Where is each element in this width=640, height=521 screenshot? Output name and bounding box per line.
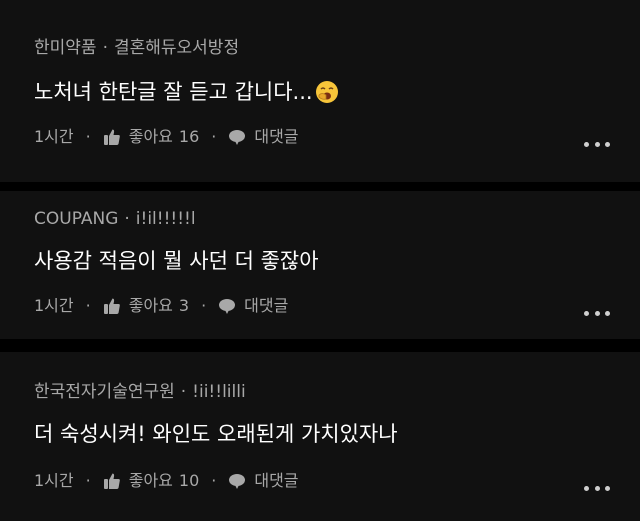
author-subtitle: i!il!!!!!l bbox=[135, 209, 196, 229]
more-dot bbox=[584, 310, 589, 316]
author-name[interactable]: COUPANG bbox=[34, 209, 118, 229]
separator-dot: · bbox=[102, 38, 108, 58]
speech-bubble-icon[interactable] bbox=[218, 297, 236, 315]
separator-dot: · bbox=[124, 209, 130, 229]
more-dot bbox=[605, 310, 610, 316]
reply-label[interactable]: 대댓글 bbox=[244, 298, 288, 314]
thumbs-up-icon[interactable] bbox=[103, 297, 121, 315]
thumbs-up-icon[interactable] bbox=[103, 128, 121, 146]
comment-text: 더 숙성시켜! 와인도 오래된게 가치있자나 bbox=[34, 424, 398, 445]
more-dot bbox=[605, 485, 610, 491]
like-label[interactable]: 좋아요 bbox=[129, 298, 173, 314]
more-dot bbox=[605, 141, 610, 147]
like-count: 16 bbox=[178, 127, 200, 146]
thumbs-up-icon[interactable] bbox=[103, 472, 121, 490]
author-subtitle: 결혼해듀오서방정 bbox=[113, 38, 240, 58]
more-options-button[interactable] bbox=[584, 483, 610, 493]
comment-body: 사용감 적음이 뭘 사던 더 좋잖아 bbox=[34, 249, 319, 273]
like-label[interactable]: 좋아요 bbox=[129, 473, 173, 489]
comment-actions: 1시간 · 좋아요 3 · 대댓글 bbox=[34, 297, 288, 315]
comment-time: 1시간 bbox=[34, 471, 74, 490]
comment-meta: 한미약품 · 결혼해듀오서방정 bbox=[34, 40, 239, 57]
comment-text: 노처녀 한탄글 잘 듣고 갑니다... bbox=[34, 80, 339, 104]
reply-label[interactable]: 대댓글 bbox=[254, 129, 298, 145]
more-options-button[interactable] bbox=[584, 139, 610, 149]
speech-bubble-icon[interactable] bbox=[228, 472, 246, 490]
separator-dot: · bbox=[180, 382, 187, 402]
comment-text: 사용감 적음이 뭘 사던 더 좋잖아 bbox=[34, 251, 319, 272]
like-count: 3 bbox=[178, 296, 190, 315]
speech-bubble-icon[interactable] bbox=[228, 128, 246, 146]
author-name[interactable]: 한국전자기술연구원 bbox=[34, 382, 175, 402]
separator-dot: · bbox=[211, 127, 217, 146]
comment-actions: 1시간 · 좋아요 10 · 대댓글 bbox=[34, 472, 299, 490]
comment-meta: COUPANG · i!il!!!!!l bbox=[34, 211, 196, 228]
author-subtitle: !ii!!lilli bbox=[192, 382, 246, 402]
separator-dot: · bbox=[85, 127, 91, 146]
reply-label[interactable]: 대댓글 bbox=[254, 473, 298, 489]
separator-dot: · bbox=[201, 296, 207, 315]
comment-time: 1시간 bbox=[34, 296, 74, 315]
separator-dot: · bbox=[211, 471, 217, 490]
more-dot bbox=[594, 485, 600, 491]
more-dot bbox=[594, 141, 600, 147]
comment-actions: 1시간 · 좋아요 16 · 대댓글 bbox=[34, 128, 299, 146]
more-dot bbox=[584, 141, 589, 147]
comment-body: 노처녀 한탄글 잘 듣고 갑니다... bbox=[34, 80, 313, 104]
more-options-button[interactable] bbox=[584, 308, 610, 318]
comment-item: 한미약품 · 결혼해듀오서방정 노처녀 한탄글 잘 듣고 갑니다... 1시간 · … bbox=[0, 0, 640, 182]
comment-item: COUPANG · i!il!!!!!l 사용감 적음이 뭘 사던 더 좋잖아 1시… bbox=[0, 191, 640, 339]
more-dot bbox=[594, 310, 600, 316]
comment-meta: 한국전자기술연구원 · !ii!!lilli bbox=[34, 384, 246, 401]
comment-item: 한국전자기술연구원 · !ii!!lilli 더 숙성시켜! 와인도 오래된게 가치… bbox=[0, 352, 640, 521]
yawning-face-emoji-icon bbox=[315, 81, 338, 103]
more-dot bbox=[584, 485, 589, 491]
author-name[interactable]: 한미약품 bbox=[34, 38, 97, 58]
separator-dot: · bbox=[85, 471, 91, 490]
like-count: 10 bbox=[178, 471, 200, 490]
like-label[interactable]: 좋아요 bbox=[129, 129, 173, 145]
comment-time: 1시간 bbox=[34, 127, 74, 146]
separator-dot: · bbox=[85, 296, 91, 315]
comment-body: 더 숙성시켜! 와인도 오래된게 가치있자나 bbox=[34, 422, 398, 446]
